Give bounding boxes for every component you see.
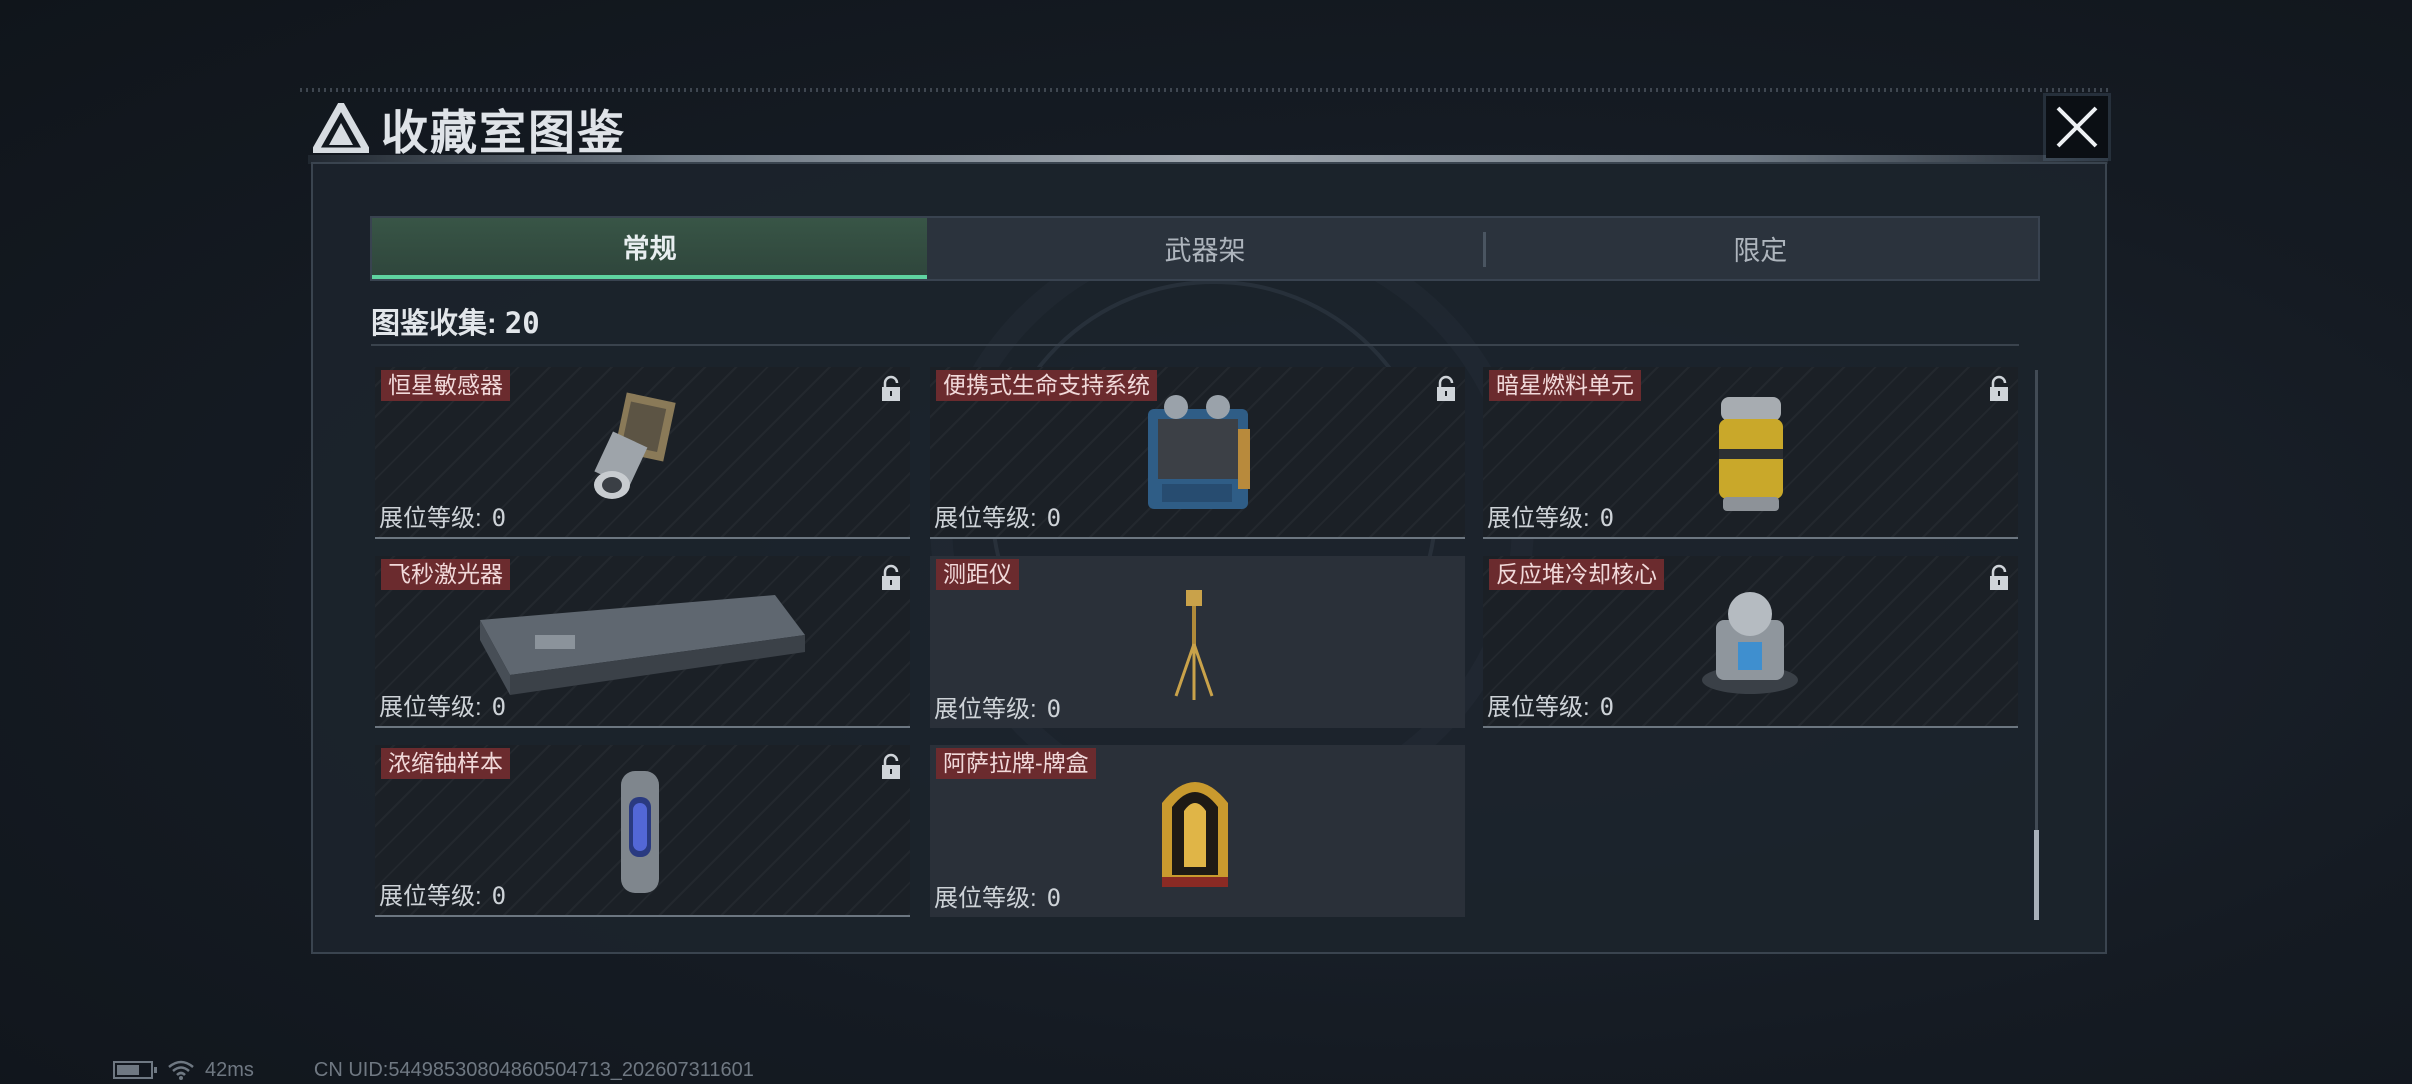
item-name: 浓缩铀样本 — [381, 748, 510, 779]
level-label: 展位等级: — [1487, 505, 1590, 532]
level-value: 0 — [1599, 504, 1615, 532]
reactor-core-icon — [1702, 592, 1798, 694]
item-name: 测距仪 — [936, 559, 1019, 590]
card-box-icon — [1162, 782, 1228, 887]
dialog-header: 收藏室图鉴 — [313, 93, 626, 163]
triangle-logo-icon — [313, 103, 369, 153]
status-bar: 42ms CN UID:5449853080486050​4713_202607… — [113, 1058, 754, 1082]
level-label: 展位等级: — [379, 505, 482, 532]
level-label: 展位等级: — [379, 694, 482, 721]
lock-icon — [1990, 564, 2008, 590]
tab-limited[interactable]: 限定 — [1482, 218, 2038, 279]
star-sensor-icon — [594, 392, 676, 499]
level-value: 0 — [1599, 693, 1615, 721]
battery-icon — [113, 1061, 157, 1079]
item-card-uranium-sample[interactable]: 浓缩铀样本 展位等级: 0 — [375, 745, 910, 917]
item-card-star-sensor[interactable]: 恒星敏感器 展位等级: 0 — [375, 367, 910, 539]
item-level: 展位等级: 0 — [934, 498, 1061, 533]
item-level: 展位等级: 0 — [1487, 687, 1614, 722]
item-name: 暗星燃料单元 — [1489, 370, 1641, 401]
item-level: 展位等级: 0 — [379, 876, 506, 911]
item-card-rangefinder[interactable]: 测距仪 展位等级: 0 — [930, 556, 1465, 728]
scrollbar-thumb[interactable] — [2034, 830, 2039, 920]
lock-icon — [882, 375, 900, 401]
close-button[interactable] — [2046, 96, 2108, 158]
laser-case-icon — [480, 595, 805, 695]
level-value: 0 — [491, 693, 507, 721]
item-level: 展位等级: 0 — [379, 498, 506, 533]
lock-icon — [1437, 375, 1455, 401]
item-card-life-support[interactable]: 便携式生命支持系统 展位等级: 0 — [930, 367, 1465, 539]
item-name: 便携式生命支持系统 — [936, 370, 1157, 401]
tab-bar: 常规 武器架 限定 — [370, 216, 2040, 281]
battery-fill — [117, 1065, 140, 1075]
item-name: 阿萨拉牌-牌盒 — [936, 748, 1096, 779]
level-label: 展位等级: — [379, 883, 482, 910]
lock-icon — [882, 564, 900, 590]
level-value: 0 — [491, 882, 507, 910]
item-level: 展位等级: 0 — [934, 689, 1061, 724]
item-name: 反应堆冷却核心 — [1489, 559, 1664, 590]
lock-icon — [882, 753, 900, 779]
collection-count: 图鉴收集: 20 — [371, 300, 540, 342]
lock-icon — [1990, 375, 2008, 401]
player-uid: CN UID:5449853080486050​4713_20260731160… — [313, 1058, 754, 1081]
section-divider — [371, 344, 2019, 346]
item-level: 展位等级: 0 — [934, 878, 1061, 913]
level-label: 展位等级: — [934, 885, 1037, 912]
level-value: 0 — [1046, 884, 1062, 912]
item-card-asara-card-box[interactable]: 阿萨拉牌-牌盒 展位等级: 0 — [930, 745, 1465, 917]
ping-value: 42ms — [205, 1058, 254, 1081]
life-support-icon — [1148, 395, 1250, 509]
close-icon — [2056, 106, 2098, 148]
item-card-dark-star-fuel[interactable]: 暗星燃料单元 展位等级: 0 — [1483, 367, 2018, 539]
collection-count-label: 图鉴收集: — [371, 308, 497, 340]
tab-regular[interactable]: 常规 — [372, 218, 928, 279]
item-card-femtosecond-laser[interactable]: 飞秒激光器 展位等级: 0 — [375, 556, 910, 728]
dialog-title: 收藏室图鉴 — [381, 105, 626, 159]
fuel-cell-icon — [1719, 397, 1783, 511]
title-scanline — [300, 88, 2110, 92]
item-name: 恒星敏感器 — [381, 370, 510, 401]
uranium-capsule-icon — [621, 771, 659, 893]
collection-count-value: 20 — [504, 306, 540, 340]
tab-weapon-rack[interactable]: 武器架 — [927, 218, 1482, 279]
item-card-reactor-core[interactable]: 反应堆冷却核心 展位等级: 0 — [1483, 556, 2018, 728]
item-level: 展位等级: 0 — [1487, 498, 1614, 533]
level-value: 0 — [1046, 695, 1062, 723]
item-level: 展位等级: 0 — [379, 687, 506, 722]
level-label: 展位等级: — [934, 505, 1037, 532]
wifi-icon — [168, 1060, 194, 1080]
level-value: 0 — [491, 504, 507, 532]
level-value: 0 — [1046, 504, 1062, 532]
level-label: 展位等级: — [1487, 694, 1590, 721]
level-label: 展位等级: — [934, 696, 1037, 723]
rangefinder-tripod-icon — [1174, 590, 1214, 700]
